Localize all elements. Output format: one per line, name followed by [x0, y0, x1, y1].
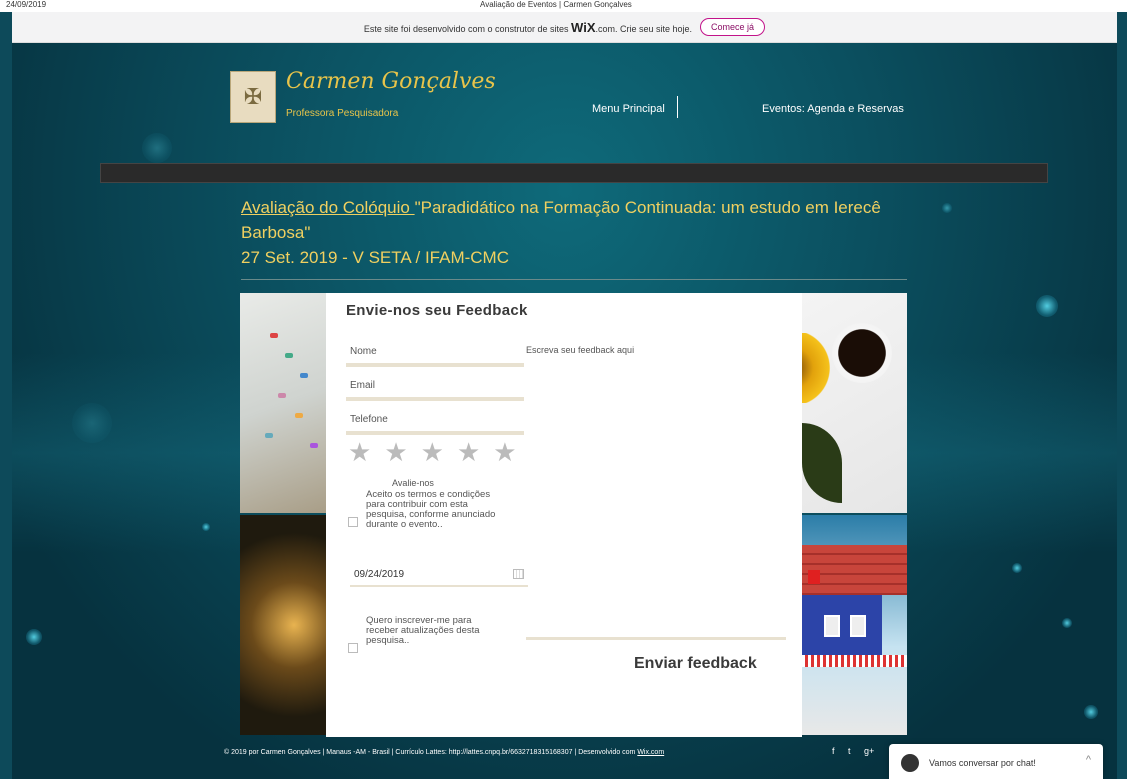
brand-name[interactable]: Carmen Gonçalves	[286, 69, 496, 94]
bokeh-light	[1062, 618, 1072, 628]
event-date-line: 27 Set. 2019 - V SETA / IFAM-CMC	[241, 248, 509, 267]
sunflower	[802, 333, 832, 403]
form-title: Envie-nos seu Feedback	[346, 302, 528, 319]
print-date: 24/09/2019	[6, 0, 47, 9]
paper-birds-book-image	[240, 293, 330, 513]
wix-banner-text: Este site foi desenvolvido com o constru…	[363, 19, 693, 35]
calendar-icon[interactable]	[513, 569, 524, 579]
paper-bird	[295, 413, 303, 418]
paper-bird	[300, 373, 308, 378]
paper-bird	[278, 393, 286, 398]
date-picker[interactable]: 09/24/2019	[350, 563, 528, 587]
bokeh-light	[142, 133, 172, 163]
terms-checkbox[interactable]	[348, 517, 358, 527]
nav-main-menu[interactable]: Menu Principal	[592, 103, 665, 115]
wix-link[interactable]: Wix.com	[637, 749, 664, 756]
bokeh-light	[1036, 295, 1058, 317]
bokeh-light	[1084, 705, 1098, 719]
brand-subtitle: Professora Pesquisadora	[286, 108, 399, 119]
birdhouse-window	[850, 615, 866, 637]
header-strip	[100, 163, 1048, 183]
bokeh-light	[202, 523, 210, 531]
subscribe-label: Quero inscrever-me para receber atualiza…	[366, 615, 480, 646]
coffee-sunflower-image	[802, 293, 907, 513]
birdhouse-fence	[802, 655, 907, 667]
subscribe-checkbox[interactable]	[348, 643, 358, 653]
facebook-icon[interactable]: f	[832, 746, 835, 756]
mailbox-flag	[808, 570, 820, 584]
google-plus-icon[interactable]: g+	[864, 746, 874, 756]
colloquium-link[interactable]: Avaliação do Colóquio	[241, 198, 415, 217]
date-value: 09/24/2019	[354, 569, 405, 580]
wix-banner: Este site foi desenvolvido com o constru…	[12, 12, 1117, 43]
star-icon[interactable]: ★	[493, 439, 516, 465]
divider-line	[241, 279, 907, 280]
star-icon[interactable]: ★	[384, 439, 407, 465]
feedback-textarea[interactable]: Escreva seu feedback aqui	[526, 345, 634, 355]
paper-bird	[265, 433, 273, 438]
bokeh-light	[72, 403, 112, 443]
phone-input[interactable]: Telefone	[346, 408, 524, 435]
star-icon[interactable]: ★	[457, 439, 480, 465]
chat-avatar-icon	[901, 754, 919, 772]
paper-bird	[285, 353, 293, 358]
submit-feedback-button[interactable]: Enviar feedback	[634, 655, 757, 673]
leaf	[802, 423, 842, 503]
star-icon[interactable]: ★	[348, 439, 371, 465]
print-header: 24/09/2019 Avaliação de Eventos | Carmen…	[0, 0, 1127, 12]
twitter-icon[interactable]: t	[848, 746, 851, 756]
chat-widget[interactable]: Vamos conversar por chat! ^	[889, 744, 1103, 779]
bokeh-light	[26, 629, 42, 645]
email-input[interactable]: Email	[346, 374, 524, 401]
feedback-form: Envie-nos seu Feedback Nome Email Telefo…	[326, 293, 802, 737]
bokeh-light	[942, 203, 952, 213]
start-now-button[interactable]: Comece já	[700, 18, 766, 36]
rating-label: Avalie-nos	[392, 478, 434, 488]
nav-divider	[677, 96, 678, 118]
birdhouse-window	[824, 615, 840, 637]
chevron-up-icon[interactable]: ^	[1086, 754, 1091, 766]
site-container: ✠ Carmen Gonçalves Professora Pesquisado…	[12, 43, 1117, 779]
paper-bird	[310, 443, 318, 448]
chat-label[interactable]: Vamos conversar por chat!	[929, 758, 1036, 768]
wix-logo: WiX	[571, 19, 596, 35]
feedback-underline	[526, 637, 786, 640]
birdhouse-body	[802, 595, 882, 655]
name-input[interactable]: Nome	[346, 340, 524, 367]
rating-stars[interactable]: ★ ★ ★ ★ ★	[348, 439, 517, 465]
site-logo[interactable]: ✠	[230, 71, 276, 123]
coffee-cup	[832, 323, 892, 383]
print-title: Avaliação de Eventos | Carmen Gonçalves	[480, 0, 632, 9]
lit-tree-image	[240, 515, 330, 735]
birdhouse-image	[802, 515, 907, 735]
footer-text: © 2019 por Carmen Gonçalves | Manaus -AM…	[224, 749, 665, 756]
page-title: Avaliação do Colóquio "Paradidático na F…	[241, 195, 941, 270]
nav-events[interactable]: Eventos: Agenda e Reservas	[762, 103, 904, 115]
star-icon[interactable]: ★	[421, 439, 444, 465]
paper-bird	[270, 333, 278, 338]
bokeh-light	[1012, 563, 1022, 573]
terms-label: Aceito os termos e condições para contri…	[366, 489, 496, 530]
